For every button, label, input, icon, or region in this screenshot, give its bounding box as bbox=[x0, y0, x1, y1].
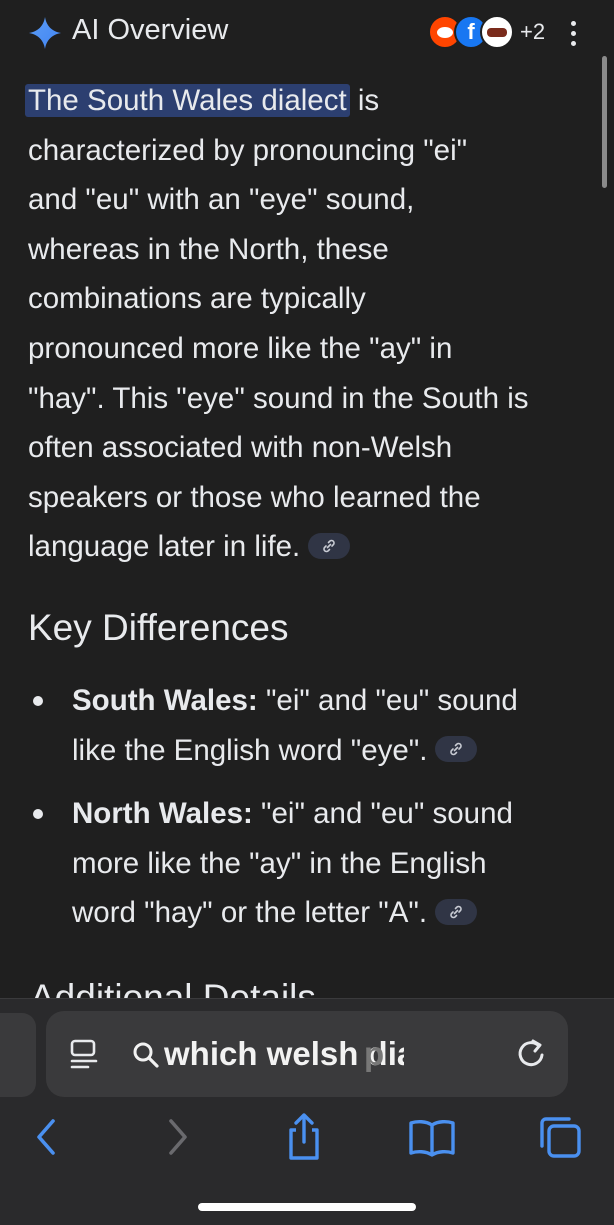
bookmarks-button[interactable] bbox=[404, 1109, 460, 1165]
list-item: South Wales: "ei" and "eu" sound like th… bbox=[28, 676, 596, 775]
home-indicator[interactable] bbox=[198, 1203, 416, 1211]
address-bar[interactable]: which welsh dialect p bbox=[46, 1011, 568, 1097]
highlighted-phrase: The South Wales dialect bbox=[25, 84, 350, 117]
browser-toolbar: which welsh dialect p bbox=[0, 998, 614, 1225]
key-differences-heading: Key Differences bbox=[28, 607, 289, 648]
tabs-icon bbox=[540, 1117, 581, 1158]
sources-stack[interactable]: f +2 bbox=[428, 15, 545, 49]
key-differences-list: South Wales: "ei" and "eu" sound like th… bbox=[28, 676, 596, 952]
reload-icon[interactable] bbox=[514, 1037, 548, 1071]
tabs-button[interactable] bbox=[532, 1109, 588, 1165]
url-query-overflow: p bbox=[364, 1035, 385, 1072]
navigation-bar bbox=[0, 1109, 614, 1169]
forward-button[interactable] bbox=[150, 1109, 206, 1165]
more-options-icon[interactable] bbox=[560, 18, 586, 48]
link-icon bbox=[450, 905, 462, 918]
citation-link-button[interactable] bbox=[435, 735, 478, 762]
share-button[interactable] bbox=[276, 1109, 332, 1165]
more-sources-count: +2 bbox=[520, 19, 546, 44]
bullet-icon bbox=[33, 696, 43, 706]
citation-link-button[interactable] bbox=[435, 898, 478, 925]
bullet-icon bbox=[33, 809, 43, 820]
search-icon bbox=[133, 1042, 159, 1068]
previous-tab-peek[interactable] bbox=[0, 1013, 36, 1097]
page-menu-icon[interactable] bbox=[68, 1037, 102, 1071]
list-item: North Wales: "ei" and "eu" sound more li… bbox=[28, 789, 596, 938]
site-icon bbox=[480, 15, 514, 49]
scrollbar-thumb[interactable] bbox=[602, 56, 607, 188]
book-icon bbox=[409, 1119, 455, 1157]
chevron-right-icon bbox=[169, 1119, 187, 1155]
ai-overview-header: AI Overview f +2 bbox=[0, 0, 614, 66]
citation-link-button[interactable] bbox=[308, 532, 351, 559]
link-icon bbox=[323, 539, 336, 552]
share-icon bbox=[289, 1113, 319, 1160]
chevron-left-icon bbox=[37, 1119, 55, 1155]
gemini-sparkle-icon bbox=[29, 17, 61, 49]
link-icon bbox=[450, 742, 463, 756]
back-button[interactable] bbox=[18, 1109, 74, 1165]
ai-overview-title: AI Overview bbox=[72, 14, 229, 46]
overview-paragraph: The South Wales dialect is characterized… bbox=[25, 76, 596, 572]
